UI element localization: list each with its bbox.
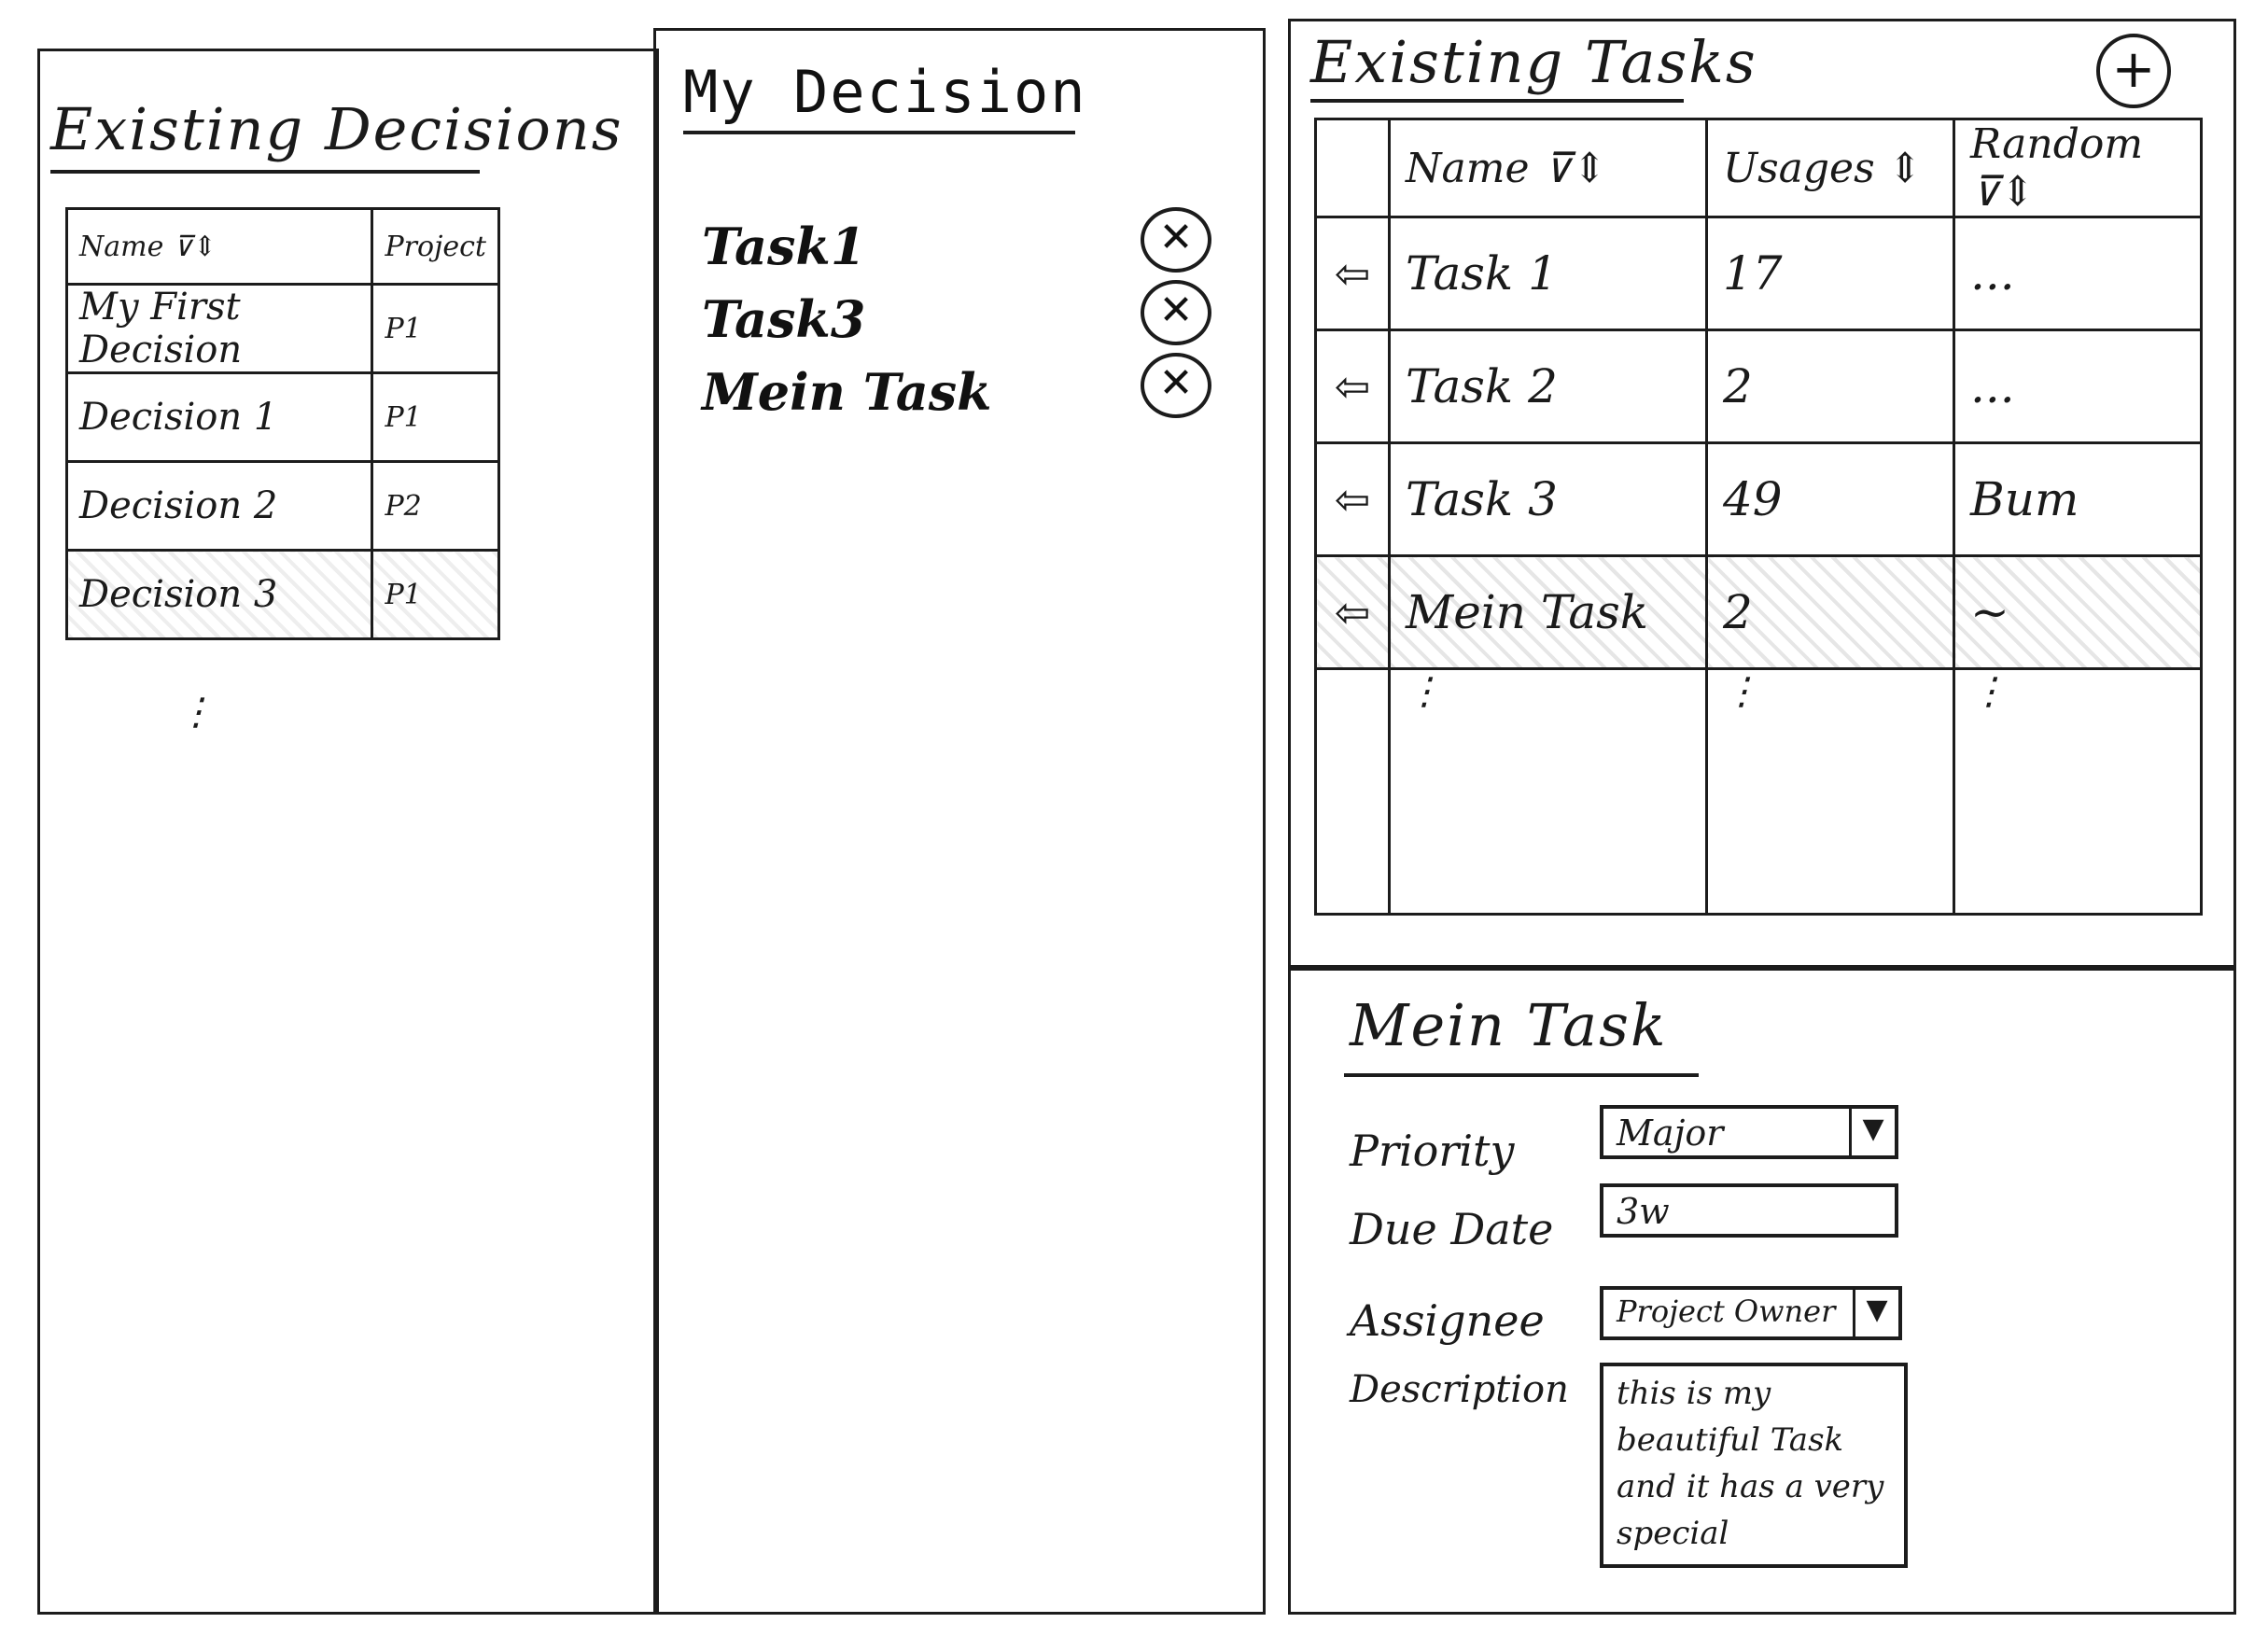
- table-row[interactable]: My First Decision P1: [64, 283, 500, 374]
- column-header-name[interactable]: Name ⊽⇕: [64, 207, 374, 286]
- column-header-project[interactable]: Project: [371, 207, 500, 286]
- table-row-selected[interactable]: ⇦ Mein Task 2 ~: [1314, 554, 2203, 670]
- priority-value: Major: [1617, 1112, 1724, 1154]
- remove-task-icon[interactable]: ✕: [1141, 207, 1211, 273]
- table-row[interactable]: ⇦ Task 1 17 ...: [1314, 216, 2203, 331]
- header-spacer: [1314, 118, 1391, 218]
- tasks-table-header: Name ⊽⇕ Usages ⇕ Random ⊽⇕: [1314, 118, 2203, 218]
- task-name: Task 1: [1388, 216, 1708, 331]
- add-to-decision-arrow-icon[interactable]: ⇦: [1314, 216, 1391, 331]
- task-random: ...: [1953, 329, 2203, 444]
- decision-name: Decision 3: [64, 549, 374, 640]
- table-row[interactable]: ⇦ Task 2 2 ...: [1314, 329, 2203, 444]
- decision-project: P1: [371, 371, 500, 463]
- description-label: Description: [1350, 1368, 1569, 1411]
- tasks-title: Existing Tasks: [1310, 28, 1757, 96]
- assignee-select[interactable]: Project Owner ▼: [1600, 1286, 1902, 1340]
- task-usages: 49: [1705, 441, 1955, 557]
- decision-project: P2: [371, 460, 500, 552]
- filler-cell: [1314, 667, 1391, 916]
- remove-task-icon[interactable]: ✕: [1141, 280, 1211, 345]
- add-to-decision-arrow-icon[interactable]: ⇦: [1314, 441, 1391, 557]
- more-rows-indicator: ⋮: [1388, 667, 1708, 916]
- description-value: this is my beautiful Task and it has a v…: [1617, 1375, 1884, 1552]
- task-name: Task 3: [1388, 441, 1708, 557]
- task-name: Task 2: [1388, 329, 1708, 444]
- decision-title-underline: [683, 131, 1075, 134]
- tasks-table: Name ⊽⇕ Usages ⇕ Random ⊽⇕ ⇦ Task 1 17 .…: [1314, 118, 2203, 916]
- decision-name: Decision 2: [64, 460, 374, 552]
- task-random: ~: [1953, 554, 2203, 670]
- table-row-selected[interactable]: Decision 3 P1: [64, 549, 500, 640]
- table-row[interactable]: Decision 2 P2: [64, 460, 500, 552]
- decision-task-item[interactable]: Task1: [702, 217, 865, 276]
- decision-name: My First Decision: [64, 283, 374, 374]
- task-usages: 2: [1705, 554, 1955, 670]
- add-task-icon[interactable]: +: [2096, 34, 2171, 108]
- decisions-title: Existing Decisions: [50, 95, 623, 163]
- add-to-decision-arrow-icon[interactable]: ⇦: [1314, 554, 1391, 670]
- table-row[interactable]: ⇦ Task 3 49 Bum: [1314, 441, 2203, 557]
- task-random: ...: [1953, 216, 2203, 331]
- decisions-title-underline: [50, 170, 480, 174]
- decision-project: P1: [371, 549, 500, 640]
- table-filler-row: ⋮ ⋮ ⋮: [1314, 667, 2203, 916]
- decisions-table: Name ⊽⇕ Project My First Decision P1 Dec…: [64, 207, 500, 640]
- description-textarea[interactable]: this is my beautiful Task and it has a v…: [1600, 1363, 1908, 1568]
- task-detail-title-underline: [1344, 1073, 1699, 1077]
- table-row[interactable]: Decision 1 P1: [64, 371, 500, 463]
- decisions-table-header: Name ⊽⇕ Project: [64, 207, 500, 286]
- decision-project: P1: [371, 283, 500, 374]
- priority-label: Priority: [1350, 1126, 1515, 1176]
- assignee-value: Project Owner: [1617, 1294, 1836, 1329]
- column-header-name[interactable]: Name ⊽⇕: [1388, 118, 1708, 218]
- more-rows-indicator: ⋮: [177, 691, 215, 734]
- dropdown-arrow-icon[interactable]: ▼: [1853, 1290, 1898, 1336]
- task-detail-title: Mein Task: [1350, 991, 1668, 1059]
- column-header-usages[interactable]: Usages ⇕: [1705, 118, 1955, 218]
- task-usages: 2: [1705, 329, 1955, 444]
- decision-name: Decision 1: [64, 371, 374, 463]
- due-date-label: Due Date: [1350, 1204, 1554, 1254]
- remove-task-icon[interactable]: ✕: [1141, 353, 1211, 418]
- dropdown-arrow-icon[interactable]: ▼: [1849, 1109, 1895, 1155]
- tasks-title-underline: [1310, 99, 1684, 103]
- add-to-decision-arrow-icon[interactable]: ⇦: [1314, 329, 1391, 444]
- task-random: Bum: [1953, 441, 2203, 557]
- assignee-label: Assignee: [1350, 1295, 1545, 1346]
- more-rows-indicator: ⋮: [1705, 667, 1955, 916]
- due-date-input[interactable]: 3w: [1600, 1183, 1898, 1238]
- decision-task-item[interactable]: Mein Task: [702, 362, 992, 422]
- decision-title: My Decision: [683, 58, 1087, 126]
- more-rows-indicator: ⋮: [1953, 667, 2203, 916]
- task-usages: 17: [1705, 216, 1955, 331]
- task-name: Mein Task: [1388, 554, 1708, 670]
- priority-select[interactable]: Major ▼: [1600, 1105, 1898, 1159]
- column-header-random[interactable]: Random ⊽⇕: [1953, 118, 2203, 218]
- decision-task-item[interactable]: Task3: [702, 289, 865, 349]
- due-date-value: 3w: [1617, 1191, 1670, 1232]
